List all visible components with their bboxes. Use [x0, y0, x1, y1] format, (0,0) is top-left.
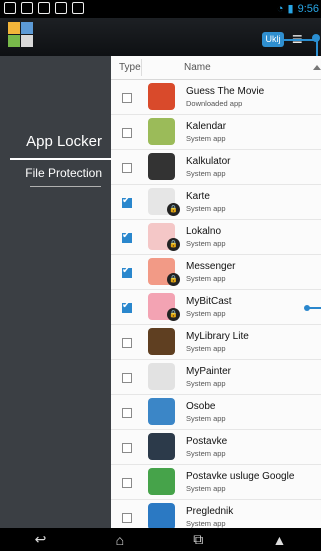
app-type: System app	[186, 169, 226, 178]
app-type: System app	[186, 204, 226, 213]
list-header: Type Name	[111, 56, 321, 80]
list-item[interactable]: Postavke System app	[111, 430, 321, 465]
app-name: Postavke	[186, 436, 228, 447]
sort-ascending-icon[interactable]	[313, 65, 321, 70]
image-icon	[21, 2, 33, 14]
app-name: Lokalno	[186, 226, 222, 237]
mail-icon	[38, 2, 50, 14]
app-name: MyBitCast	[186, 296, 232, 307]
app-locker-icon[interactable]	[8, 22, 34, 52]
list-item[interactable]: Postavke usluge Google System app	[111, 465, 321, 500]
lock-checkbox[interactable]	[122, 163, 132, 173]
app-name: Karte	[186, 191, 210, 202]
callout-line	[284, 39, 318, 57]
app-name: Postavke usluge Google	[186, 471, 295, 482]
app-name: MyPainter	[186, 366, 232, 377]
sidebar-divider	[30, 186, 101, 187]
callout-dot	[312, 34, 320, 42]
app-list: Type Name Guess The Movie Downloaded app K…	[111, 56, 321, 528]
app-type: System app	[186, 344, 226, 353]
lock-checkbox[interactable]	[122, 230, 132, 243]
painter-icon	[148, 363, 175, 390]
sidebar-item-file-protection[interactable]: File Protection	[25, 166, 102, 180]
contacts-icon	[148, 398, 175, 425]
app-name: Guess The Movie	[186, 86, 265, 97]
browser-icon	[148, 503, 175, 528]
app-type: System app	[186, 484, 226, 493]
app-type: Downloaded app	[186, 99, 243, 108]
calendar-icon	[148, 118, 175, 145]
app-name: MyLibrary Lite	[186, 331, 249, 342]
guess-the-movie-icon	[148, 83, 175, 110]
lock-checkbox[interactable]	[122, 265, 132, 278]
locked-badge-icon: 🔒	[167, 238, 180, 251]
app-name: Kalkulator	[186, 156, 231, 167]
navigation-bar: ↩ ⌂ ⧉ ▲	[0, 528, 321, 551]
app-type: System app	[186, 134, 226, 143]
wifi-icon: ◔	[276, 2, 284, 15]
app-rows: Guess The Movie Downloaded app Kalendar Sys…	[111, 80, 321, 528]
app-type: System app	[186, 449, 226, 458]
calculator-icon	[148, 153, 175, 180]
lock-checkbox[interactable]	[122, 300, 132, 313]
lock-checkbox[interactable]	[122, 513, 132, 523]
app-type: System app	[186, 414, 226, 423]
app-name: Messenger	[186, 261, 236, 272]
app-type: System app	[186, 519, 226, 528]
locked-badge-icon: 🔒	[167, 308, 180, 321]
app-type: System app	[186, 379, 226, 388]
lock-checkbox[interactable]	[122, 478, 132, 488]
up-icon[interactable]: ▲	[273, 532, 287, 548]
settings-icon	[148, 433, 175, 460]
list-item[interactable]: Preglednik System app	[111, 500, 321, 528]
list-item[interactable]: MyPainter System app	[111, 360, 321, 395]
status-bar: ◔ ▮ 9:56	[0, 0, 321, 18]
notification-icons	[4, 2, 84, 14]
lock-toggle-button[interactable]: Uklj	[262, 32, 284, 47]
list-item[interactable]: MyLibrary Lite System app	[111, 325, 321, 360]
column-divider	[141, 59, 142, 76]
home-icon[interactable]: ⌂	[116, 532, 124, 548]
list-item[interactable]: 🔒 Messenger System app	[111, 255, 321, 290]
sidebar-selected-indicator	[10, 158, 111, 160]
column-type[interactable]: Type	[119, 62, 141, 73]
sidebar-item-app-locker[interactable]: App Locker	[26, 133, 102, 150]
clock: 9:56	[297, 2, 319, 15]
lock-icon	[4, 2, 16, 14]
locked-badge-icon: 🔒	[167, 273, 180, 286]
list-item[interactable]: Guess The Movie Downloaded app	[111, 80, 321, 115]
lock-checkbox[interactable]	[122, 408, 132, 418]
lock-checkbox[interactable]	[122, 93, 132, 103]
list-item[interactable]: Osobe System app	[111, 395, 321, 430]
recents-icon[interactable]: ⧉	[193, 531, 203, 548]
library-icon	[148, 328, 175, 355]
system-status: ◔ ▮ 9:56	[276, 2, 319, 16]
sidebar: App Locker File Protection	[0, 56, 111, 528]
list-item[interactable]: Kalkulator System app	[111, 150, 321, 185]
app-name: Kalendar	[186, 121, 227, 132]
lock-checkbox[interactable]	[122, 443, 132, 453]
list-item[interactable]: 🔒 Karte System app	[111, 185, 321, 220]
app-type: System app	[186, 239, 226, 248]
list-item[interactable]: Kalendar System app	[111, 115, 321, 150]
google-settings-icon	[148, 468, 175, 495]
mail-icon	[55, 2, 67, 14]
app-name: Preglednik	[186, 506, 234, 517]
lock-checkbox[interactable]	[122, 195, 132, 208]
callout-line	[309, 307, 321, 309]
list-item[interactable]: 🔒 Lokalno System app	[111, 220, 321, 255]
column-name[interactable]: Name	[184, 62, 211, 73]
battery-icon: ▮	[287, 3, 294, 15]
locked-badge-icon: 🔒	[167, 203, 180, 216]
list-item[interactable]: 🔒 MyBitCast System app	[111, 290, 321, 325]
app-type: System app	[186, 309, 226, 318]
back-icon[interactable]: ↩	[35, 531, 47, 548]
doc-icon	[72, 2, 84, 14]
app-type: System app	[186, 274, 226, 283]
app-name: Osobe	[186, 401, 216, 412]
lock-checkbox[interactable]	[122, 373, 132, 383]
lock-checkbox[interactable]	[122, 128, 132, 138]
lock-checkbox[interactable]	[122, 338, 132, 348]
